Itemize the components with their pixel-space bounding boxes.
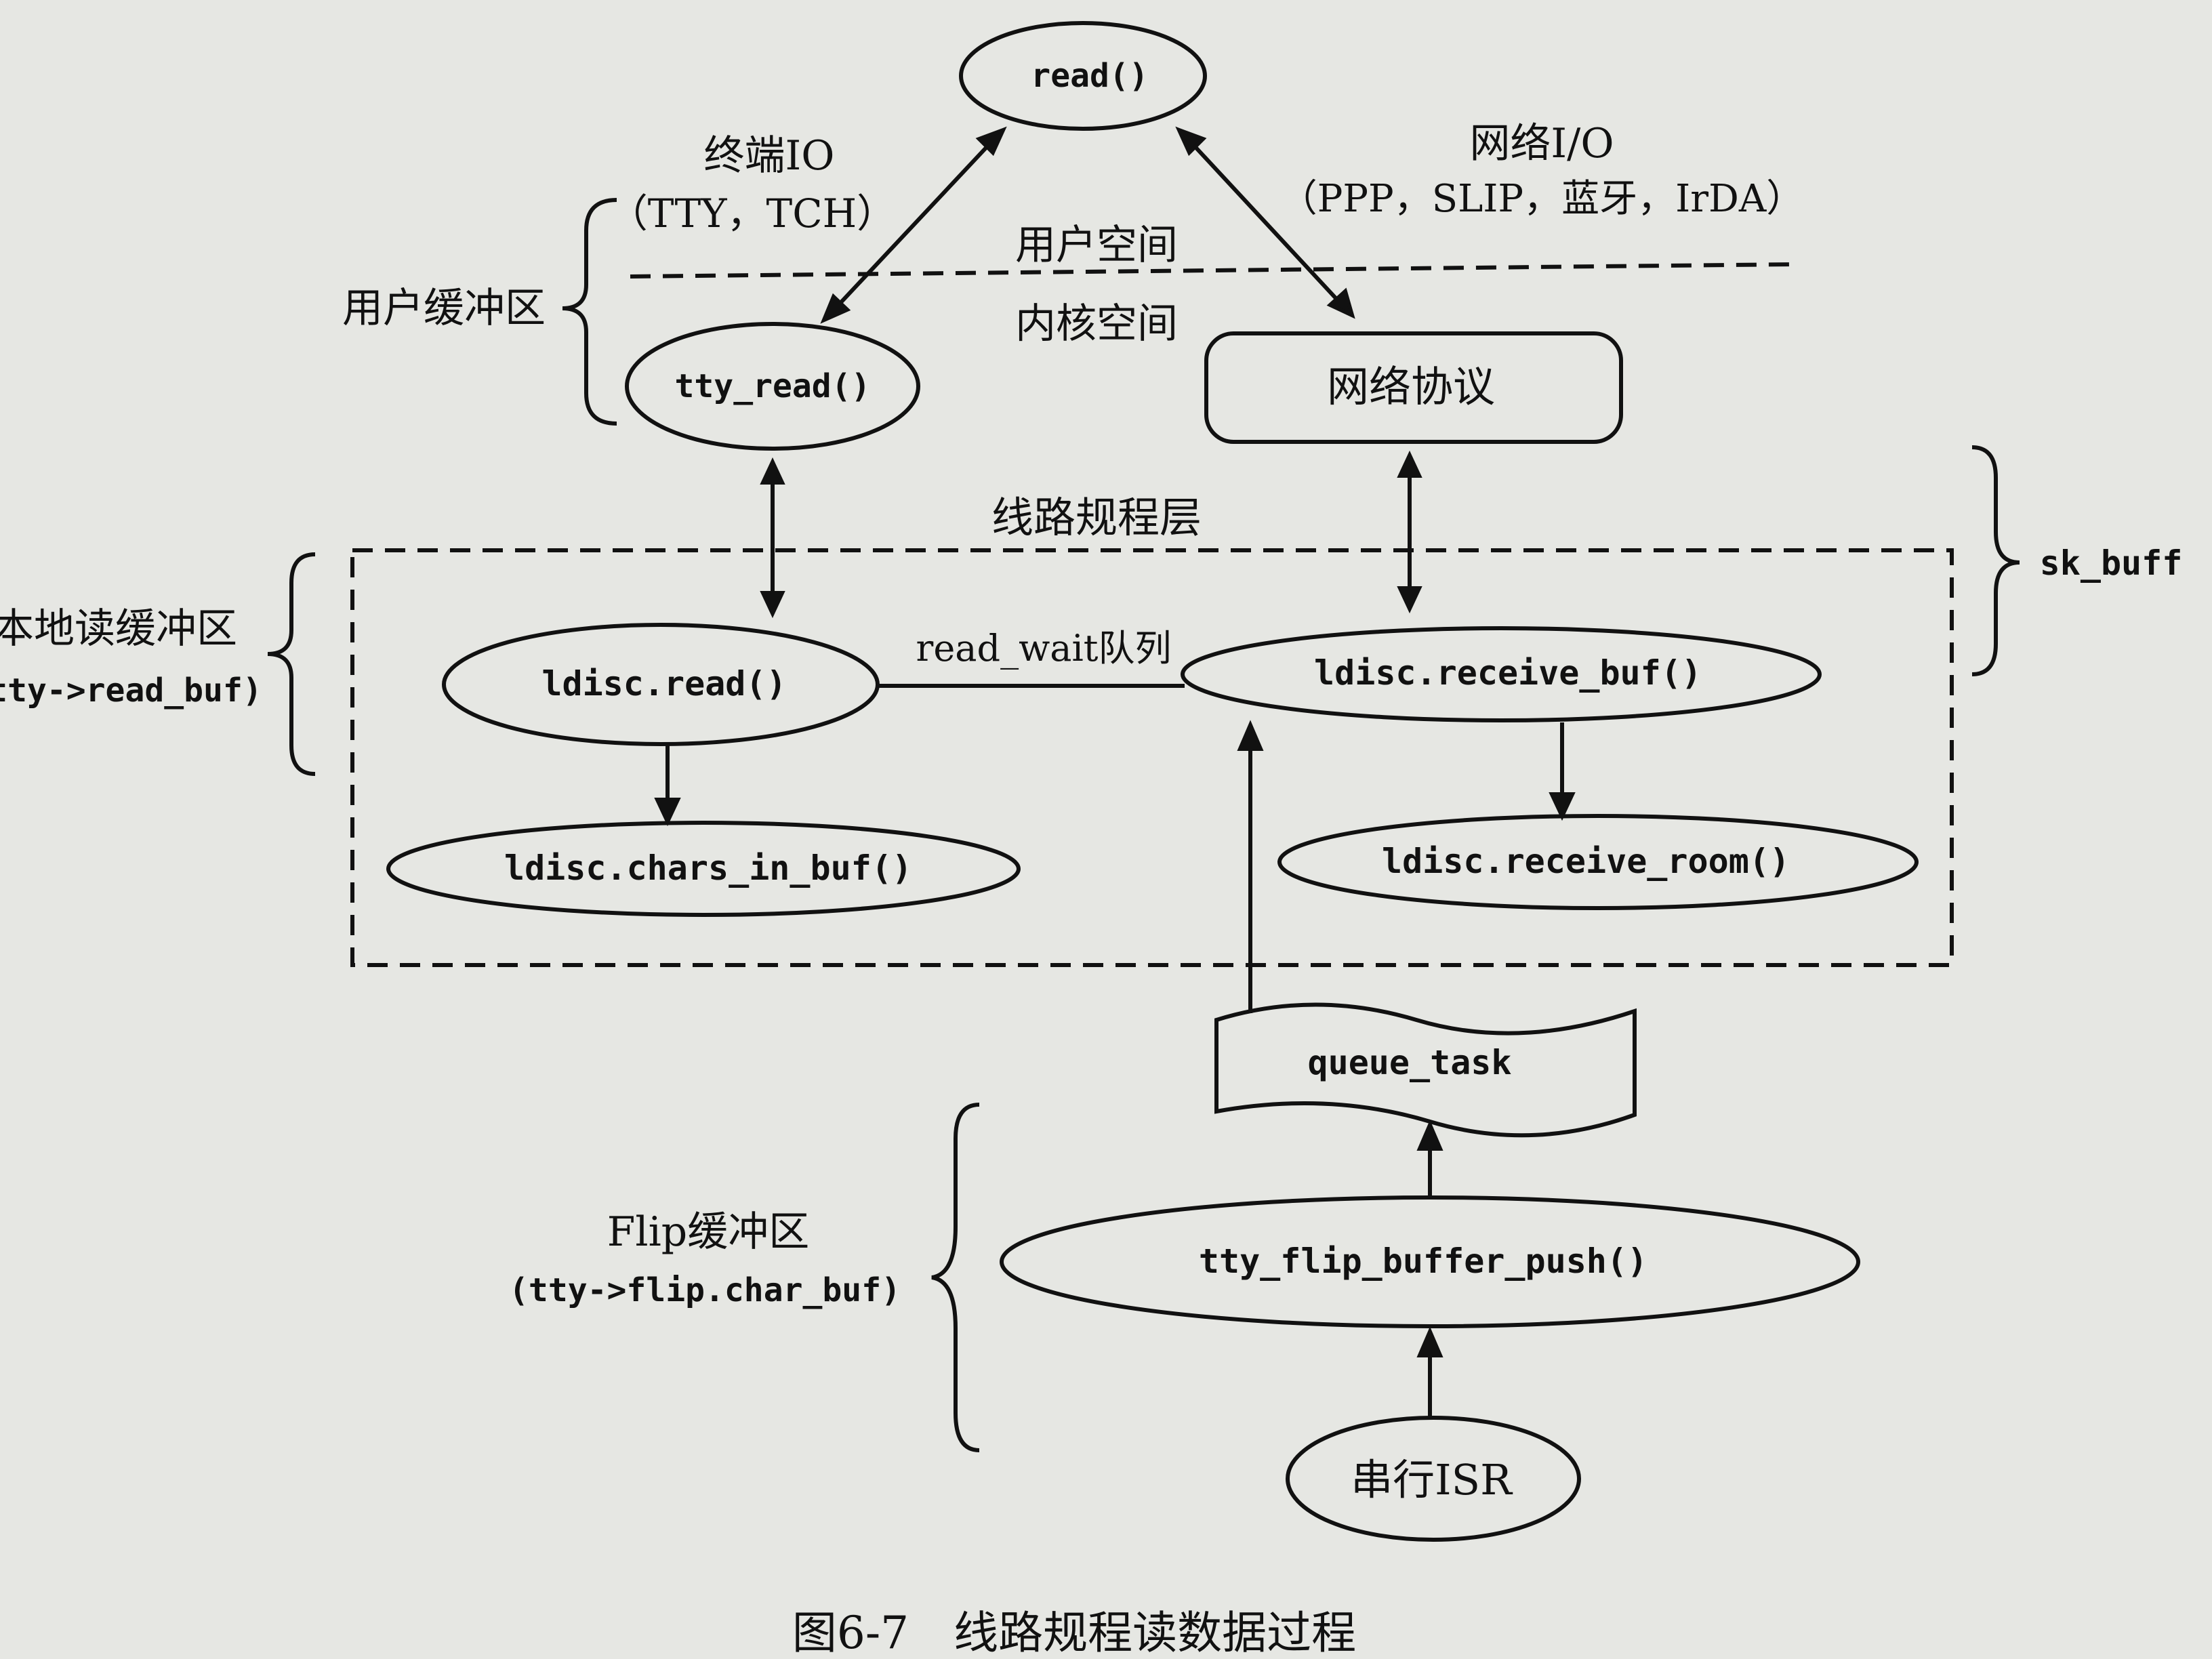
serial-isr-label: 串行ISR xyxy=(1351,1455,1513,1504)
kernel-space-label: 内核空间 xyxy=(1015,300,1178,348)
local-read-buffer-brace xyxy=(267,552,316,776)
queue-task-label: queue_task xyxy=(1307,1043,1511,1082)
diagram-canvas: read() tty_read() 网络协议 ldisc.read() ldis… xyxy=(0,0,2212,1659)
line-discipline-box xyxy=(350,548,1954,967)
terminal-io-label: 终端IO xyxy=(704,132,835,180)
flip-buffer-sub-label: (tty->flip.char_buf) xyxy=(509,1271,901,1309)
read-node-label: read() xyxy=(1031,57,1148,95)
sk-buff-label: sk_buff xyxy=(2040,544,2183,583)
diagram-svg: read() tty_read() 网络协议 ldisc.read() ldis… xyxy=(0,21,2183,1659)
local-read-buffer-label: 本地读缓冲区 xyxy=(0,605,237,653)
flip-buffer-label: Flip缓冲区 xyxy=(607,1208,809,1256)
ldisc-chars-in-buf-label: ldisc.chars_in_buf() xyxy=(504,848,912,888)
net-io-label: 网络I/O xyxy=(1469,120,1614,167)
local-read-buffer-sub-label: (tty->read_buf) xyxy=(0,672,262,710)
flip-buffer-brace xyxy=(931,1103,980,1452)
net-io-sub-label: （PPP，SLIP，蓝牙，IrDA） xyxy=(1279,177,1805,221)
line-discipline-layer-label: 线路规程层 xyxy=(991,493,1202,542)
ldisc-read-label: ldisc.read() xyxy=(541,664,786,703)
figure-caption: 图6-7 线路规程读数据过程 xyxy=(792,1607,1356,1659)
tty-read-node-label: tty_read() xyxy=(675,367,871,405)
net-protocol-label: 网络协议 xyxy=(1327,362,1495,411)
terminal-io-sub-label: （TTY，TCH） xyxy=(609,190,896,237)
read-wait-queue-label: read_wait队列 xyxy=(916,627,1172,670)
ldisc-receive-room-label: ldisc.receive_room() xyxy=(1382,842,1790,881)
flip-push-label: tty_flip_buffer_push() xyxy=(1199,1242,1647,1281)
ldisc-receive-buf-label: ldisc.receive_buf() xyxy=(1314,653,1702,693)
sk-buff-brace xyxy=(1971,445,2020,676)
user-space-label: 用户空间 xyxy=(1015,222,1178,269)
user-buffer-label: 用户缓冲区 xyxy=(342,285,546,332)
user-kernel-divider xyxy=(630,262,1797,279)
